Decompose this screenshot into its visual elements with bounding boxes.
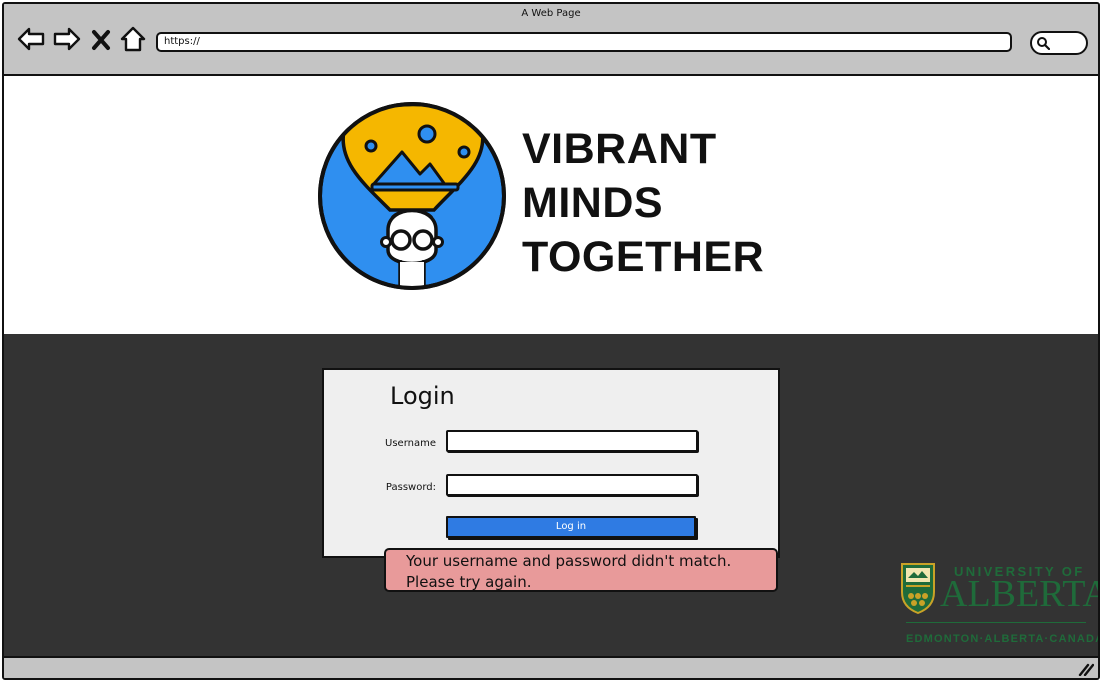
password-field[interactable] xyxy=(446,474,698,496)
home-icon[interactable] xyxy=(118,24,148,54)
search-box[interactable] xyxy=(1030,31,1088,55)
login-section: Login Username Password: Log in Your use… xyxy=(4,334,1098,656)
university-logo: UNIVERSITY OF ALBERTA EDMONTON·ALBERTA·C… xyxy=(900,560,1098,652)
browser-toolbar: A Web Page https:// xyxy=(4,4,1098,76)
search-icon xyxy=(1037,37,1050,50)
divider xyxy=(906,622,1086,623)
brand-line: TOGETHER xyxy=(522,233,765,281)
brand-name: VIBRANT MINDS TOGETHER xyxy=(522,122,764,284)
error-line: Please try again. xyxy=(406,573,532,591)
username-field[interactable] xyxy=(446,430,698,452)
password-label: Password: xyxy=(385,482,436,493)
university-name-line: ALBERTA xyxy=(940,573,1100,615)
error-line: Your username and password didn't match. xyxy=(406,552,732,570)
username-label: Username xyxy=(385,438,436,449)
address-bar[interactable]: https:// xyxy=(156,32,1012,52)
resize-grip-icon[interactable] xyxy=(1078,662,1094,676)
login-form: Login Username Password: Log in xyxy=(322,368,780,558)
back-arrow-icon[interactable] xyxy=(16,24,46,54)
stop-icon[interactable] xyxy=(90,24,112,54)
brand-line: MINDS xyxy=(522,179,664,227)
window-title: A Web Page xyxy=(521,8,581,19)
browser-window: A Web Page https:// VIBRANT MINDS TOGETH… xyxy=(2,2,1100,680)
site-header: VIBRANT MINDS TOGETHER xyxy=(4,76,1098,334)
university-location: EDMONTON·ALBERTA·CANADA xyxy=(906,633,1100,645)
error-message: Your username and password didn't match.… xyxy=(384,548,778,592)
forward-arrow-icon[interactable] xyxy=(52,24,82,54)
login-title: Login xyxy=(390,382,455,410)
status-bar xyxy=(4,656,1098,678)
login-button[interactable]: Log in xyxy=(446,516,696,538)
lightbulb-head-icon xyxy=(316,100,508,292)
brand-line: VIBRANT xyxy=(522,125,717,173)
university-shield-icon xyxy=(901,563,935,614)
